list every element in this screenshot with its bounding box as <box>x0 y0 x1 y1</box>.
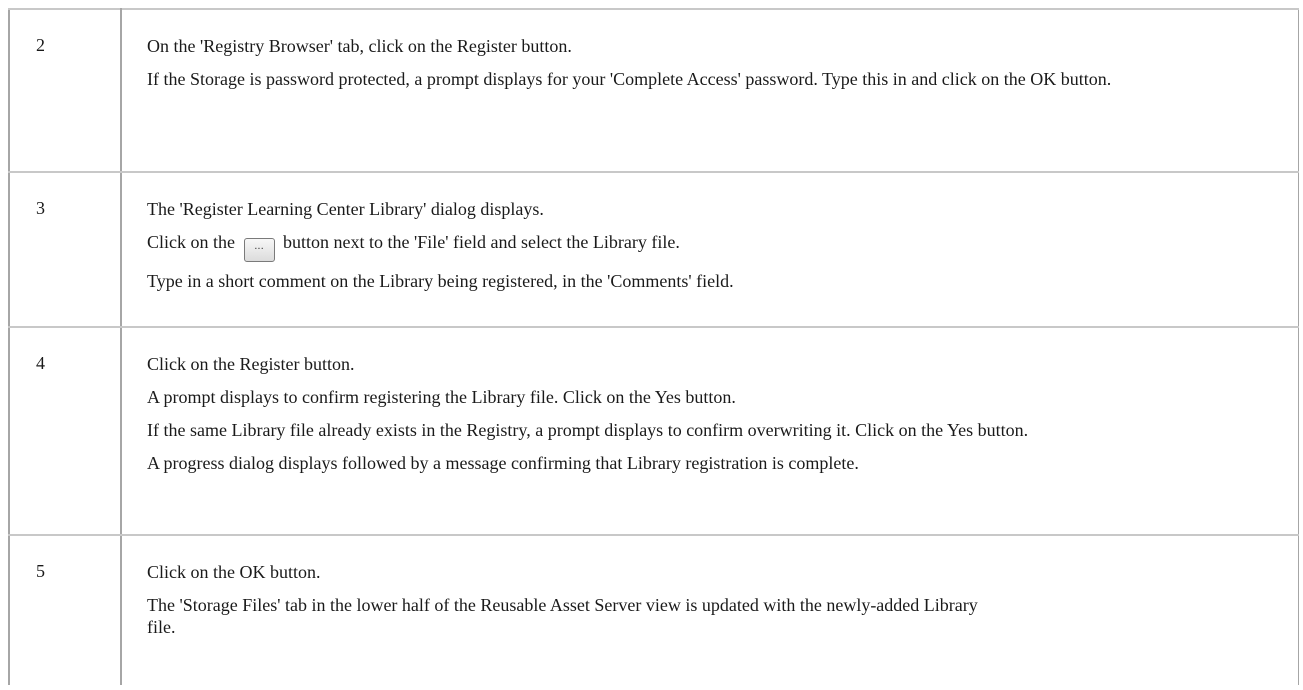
step-row: 3 The 'Register Learning Center Library'… <box>8 172 1299 328</box>
step-content: On the 'Registry Browser' tab, click on … <box>121 8 1299 173</box>
step-row: 2 On the 'Registry Browser' tab, click o… <box>8 8 1299 173</box>
step-text: The 'Register Learning Center Library' d… <box>147 199 544 219</box>
step-number: 3 <box>8 172 122 328</box>
ellipsis-browse-button[interactable]: ... <box>243 238 275 262</box>
step-row: 4 Click on the Register button. A prompt… <box>8 327 1299 536</box>
step-number: 5 <box>8 535 122 685</box>
step-text: A progress dialog displays followed by a… <box>147 453 859 473</box>
step-text: A prompt displays to confirm registering… <box>147 387 736 407</box>
step-content: The 'Register Learning Center Library' d… <box>121 172 1299 328</box>
step-number: 4 <box>8 327 122 536</box>
step-text: Type in a short comment on the Library b… <box>147 271 734 291</box>
step-text: If the same Library file already exists … <box>147 420 1029 440</box>
step-text: On the 'Registry Browser' tab, click on … <box>147 36 572 56</box>
step-text: Click on the Register button. <box>147 354 355 374</box>
step-content: Click on the Register button. A prompt d… <box>121 327 1299 536</box>
step-text: Click on the OK button. <box>147 562 321 582</box>
step-row: 5 Click on the OK button. The 'Storage F… <box>8 535 1299 685</box>
browse-instruction-after: button next to the 'File' field and sele… <box>278 232 680 252</box>
step-number: 2 <box>8 8 122 173</box>
step-content: Click on the OK button. The 'Storage Fil… <box>121 535 1299 685</box>
browse-instruction: Click on the ... button next to the 'Fil… <box>147 231 1278 262</box>
step-text: The 'Storage Files' tab in the lower hal… <box>147 595 978 637</box>
browse-instruction-before: Click on the <box>147 232 240 252</box>
step-text: If the Storage is password protected, a … <box>147 69 1112 89</box>
steps-table: 2 On the 'Registry Browser' tab, click o… <box>8 8 1299 685</box>
